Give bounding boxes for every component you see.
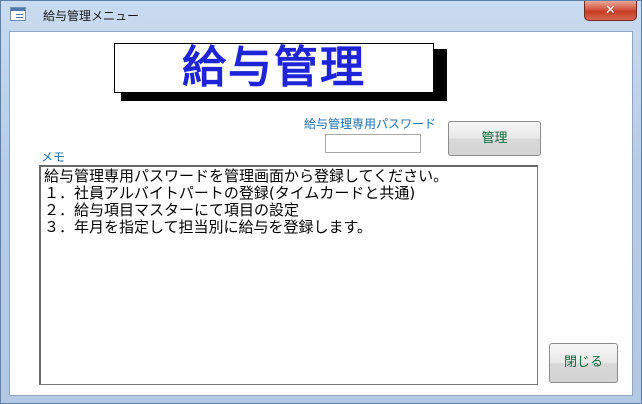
banner-title: 給与管理 [182,42,366,93]
title-bar: 給与管理メニュー ✕ [1,1,641,29]
app-window: 給与管理メニュー ✕ 給与管理 給与管理専用パスワード 管理 メモ 給与管理専用… [0,0,642,404]
password-label: 給与管理専用パスワード [304,117,437,131]
form-body: 給与管理 給与管理専用パスワード 管理 メモ 給与管理専用パスワードを管理画面か… [9,31,633,396]
memo-line: 給与管理専用パスワードを管理画面から登録してください。 [44,167,449,185]
title-banner: 給与管理 [114,43,434,93]
manage-button[interactable]: 管理 [448,121,541,156]
memo-textbox[interactable]: 給与管理専用パスワードを管理画面から登録してください。 １．社員アルバイトパート… [39,165,538,385]
memo-line: ３．年月を指定して担当別に給与を登録します。 [44,218,373,236]
memo-line: ２．給与項目マスターにて項目の設定 [44,201,300,219]
form-icon [10,7,26,21]
password-input[interactable] [325,134,421,153]
close-button[interactable]: 閉じる [549,343,618,383]
window-close-button[interactable]: ✕ [584,1,637,21]
memo-label: メモ [41,150,66,164]
memo-line: １．社員アルバイトパートの登録(タイムカードと共通) [44,184,416,202]
window-title: 給与管理メニュー [43,9,140,23]
